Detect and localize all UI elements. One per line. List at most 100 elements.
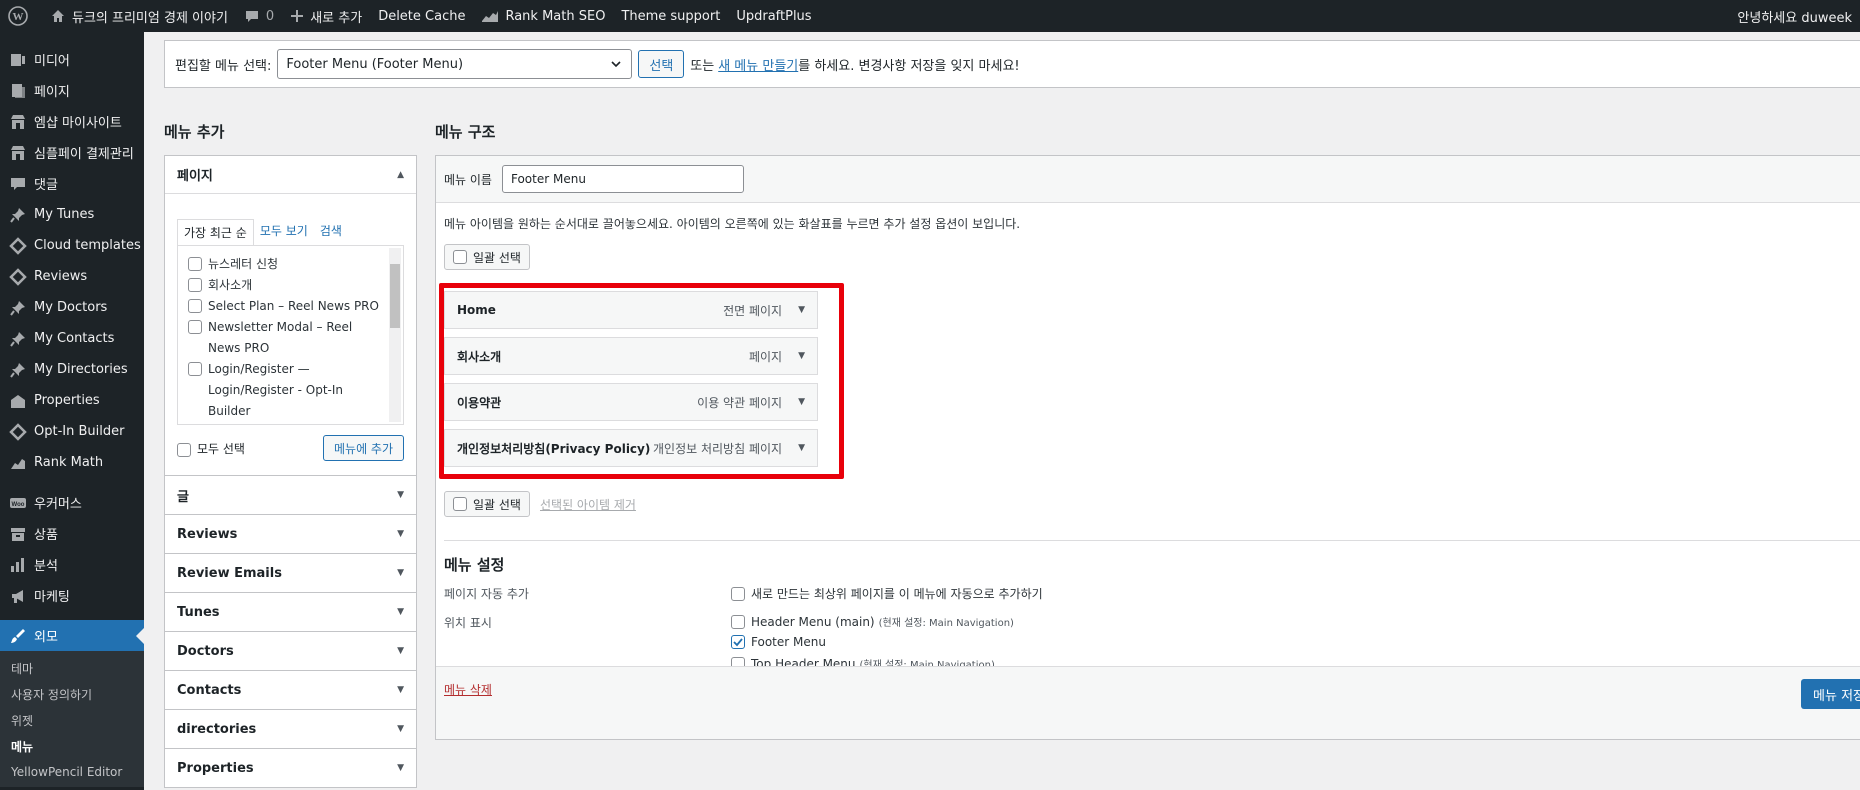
sidebar-item-12[interactable]: Properties (0, 385, 144, 416)
sidebar-item-5[interactable]: 댓글 (0, 168, 144, 199)
page-checklist-item[interactable]: My Account — My Account - (188, 422, 383, 424)
wordpress-logo-icon[interactable]: W (0, 0, 42, 32)
bulk-select-top[interactable]: 일괄 선택 (444, 244, 530, 270)
sidebar-item-14[interactable]: Rank Math (0, 447, 144, 478)
sidebar-item-8[interactable]: Reviews (0, 261, 144, 292)
accordion-section[interactable]: Tunes ▼ (164, 593, 417, 632)
sidebar-item-7[interactable]: Cloud templates (0, 230, 144, 261)
sidebar-item-4[interactable]: 심플페이 결제관리 (0, 137, 144, 168)
bulk-select-label: 일괄 선택 (473, 497, 521, 512)
page-checklist-item[interactable]: 뉴스레터 신청 (188, 254, 383, 275)
comments-count: 0 (265, 8, 275, 24)
sidebar-item-appearance[interactable]: 외모 (0, 620, 144, 651)
page-checkbox[interactable] (188, 362, 202, 376)
submenu-item[interactable]: 사용자 정의하기 (0, 681, 144, 707)
updraftplus-link[interactable]: UpdraftPlus (728, 0, 819, 32)
page-checkbox[interactable] (188, 257, 202, 271)
sidebar-item-1[interactable]: 미디어 (0, 44, 144, 75)
pin-icon (8, 205, 28, 225)
auto-add-option[interactable]: 새로 만드는 최상위 페이지를 이 메뉴에 자동으로 추가하기 (731, 585, 1043, 602)
page-checklist-item[interactable]: 회사소개 (188, 275, 383, 296)
auto-add-checkbox[interactable] (731, 586, 745, 601)
page-checklist-item[interactable]: Select Plan – Reel News PRO (188, 296, 383, 317)
submenu-item[interactable]: YellowPencil Editor (0, 759, 144, 785)
menu-select-dropdown[interactable]: Footer Menu (Footer Menu) (277, 49, 633, 79)
or-text: 또는 (690, 58, 715, 74)
sidebar-item-3[interactable]: 엠샵 마이사이트 (0, 106, 144, 137)
accordion-section[interactable]: directories ▼ (164, 710, 417, 749)
pages-accordion-title[interactable]: 페이지 ▲ (165, 156, 416, 194)
page-title: My Account — My Account - (208, 422, 375, 424)
sidebar-item-6[interactable]: My Tunes (0, 199, 144, 230)
menu-instructions: 메뉴 아이템을 원하는 순서대로 끌어놓으세요. 아이템의 오른쪽에 있는 화살… (444, 217, 1021, 231)
accordion-section-title: Reviews (177, 526, 238, 542)
page-checkbox[interactable] (188, 278, 202, 292)
site-name-link[interactable]: 듀크의 프리미엄 경제 이야기 (42, 0, 236, 32)
page-checkbox[interactable] (188, 299, 202, 313)
new-content-link[interactable]: 새로 추가 (282, 0, 370, 32)
tab-search[interactable]: 검색 (314, 218, 348, 245)
page-checklist-item[interactable]: Login/Register — Login/Register - Opt-In… (188, 359, 383, 422)
page-title: Login/Register — Login/Register - Opt-In… (208, 362, 344, 418)
sidebar-item-1[interactable]: Woo 우커머스 (0, 487, 144, 518)
bulk-select-checkbox[interactable] (453, 497, 467, 511)
select-menu-button[interactable]: 선택 (638, 50, 685, 78)
menu-location-option[interactable]: Footer Menu (731, 635, 826, 649)
accordion-section-title: Contacts (177, 682, 242, 698)
page-icon (8, 81, 28, 101)
page-checklist-item[interactable]: Newsletter Modal – Reel News PRO (188, 317, 383, 359)
bulk-select-toggle[interactable]: 일괄 선택 (444, 244, 530, 270)
location-checkbox[interactable] (731, 614, 745, 629)
sidebar-item-10[interactable]: My Contacts (0, 323, 144, 354)
sidebar-item-2[interactable]: 페이지 (0, 75, 144, 106)
save-menu-button[interactable]: 메뉴 저장 (1801, 679, 1860, 709)
page-checkbox[interactable] (188, 320, 202, 334)
delete-cache-link[interactable]: Delete Cache (370, 0, 473, 32)
comments-link[interactable]: 0 (236, 0, 282, 32)
location-checkbox[interactable] (731, 635, 745, 649)
account-greeting[interactable]: 안녕하세요 duweek (1729, 0, 1860, 32)
create-menu-link[interactable]: 새 메뉴 만들기 (718, 55, 798, 74)
select-all-pages[interactable]: 모두 선택 (177, 440, 245, 457)
sidebar-item-label: My Contacts (34, 331, 115, 346)
accordion-section[interactable]: Reviews ▼ (164, 515, 417, 554)
sidebar-item-4[interactable]: 마케팅 (0, 580, 144, 611)
select-menu-label: 편집할 메뉴 선택: (175, 58, 272, 74)
accordion-section-title: Doctors (177, 643, 234, 659)
sidebar-item-3[interactable]: 분석 (0, 549, 144, 580)
svg-text:Woo: Woo (12, 502, 25, 508)
theme-support-link[interactable]: Theme support (613, 0, 728, 32)
bulk-select-toggle[interactable]: 일괄 선택 (444, 491, 530, 517)
sidebar-item-label: 상품 (34, 528, 58, 543)
submenu-item[interactable]: 테마 (0, 655, 144, 681)
accordion-section[interactable]: Doctors ▼ (164, 632, 417, 671)
bulk-select-checkbox[interactable] (453, 250, 467, 264)
scrollbar-thumb[interactable] (390, 264, 400, 328)
select-all-checkbox[interactable] (177, 442, 191, 457)
submenu-item[interactable]: 위젯 (0, 707, 144, 733)
sidebar-item-13[interactable]: Opt-In Builder (0, 416, 144, 447)
add-to-menu-button[interactable]: 메뉴에 추가 (322, 435, 404, 461)
remove-selected-link[interactable]: 선택된 아이템 제거 (540, 496, 636, 513)
rank-math-link[interactable]: Rank Math SEO (473, 0, 613, 32)
sidebar-item-label: My Tunes (34, 207, 95, 222)
accordion-section[interactable]: Properties ▼ (164, 749, 417, 788)
sidebar-item-label: My Doctors (34, 300, 108, 315)
pages-actions: 모두 선택 메뉴에 추가 (165, 425, 416, 475)
location-name: Header Menu (main) (751, 614, 875, 629)
accordion-section[interactable]: 글 ▼ (164, 476, 417, 515)
sidebar-item-9[interactable]: My Doctors (0, 292, 144, 323)
submenu-item[interactable]: 메뉴 (0, 733, 144, 759)
delete-menu-link[interactable]: 메뉴 삭제 (444, 681, 492, 698)
sidebar-item-11[interactable]: My Directories (0, 354, 144, 385)
page-title: 회사소개 (208, 278, 253, 292)
sidebar-item-2[interactable]: 상품 (0, 518, 144, 549)
menu-location-option[interactable]: Header Menu (main) (현재 설정: Main Navigatio… (731, 614, 1014, 629)
tab-view-all[interactable]: 모두 보기 (254, 218, 314, 245)
accordion-section[interactable]: Review Emails ▼ (164, 554, 417, 593)
appearance-submenu: 테마 사용자 정의하기 위젯 메뉴 YellowPencil Editor (0, 651, 144, 787)
sidebar-menu-woo: Woo 우커머스상품분석 마케팅 (0, 487, 144, 611)
accordion-section[interactable]: Contacts ▼ (164, 671, 417, 710)
menu-name-input[interactable]: Footer Menu (501, 165, 744, 193)
tab-most-recent[interactable]: 가장 최근 순 (177, 219, 254, 246)
